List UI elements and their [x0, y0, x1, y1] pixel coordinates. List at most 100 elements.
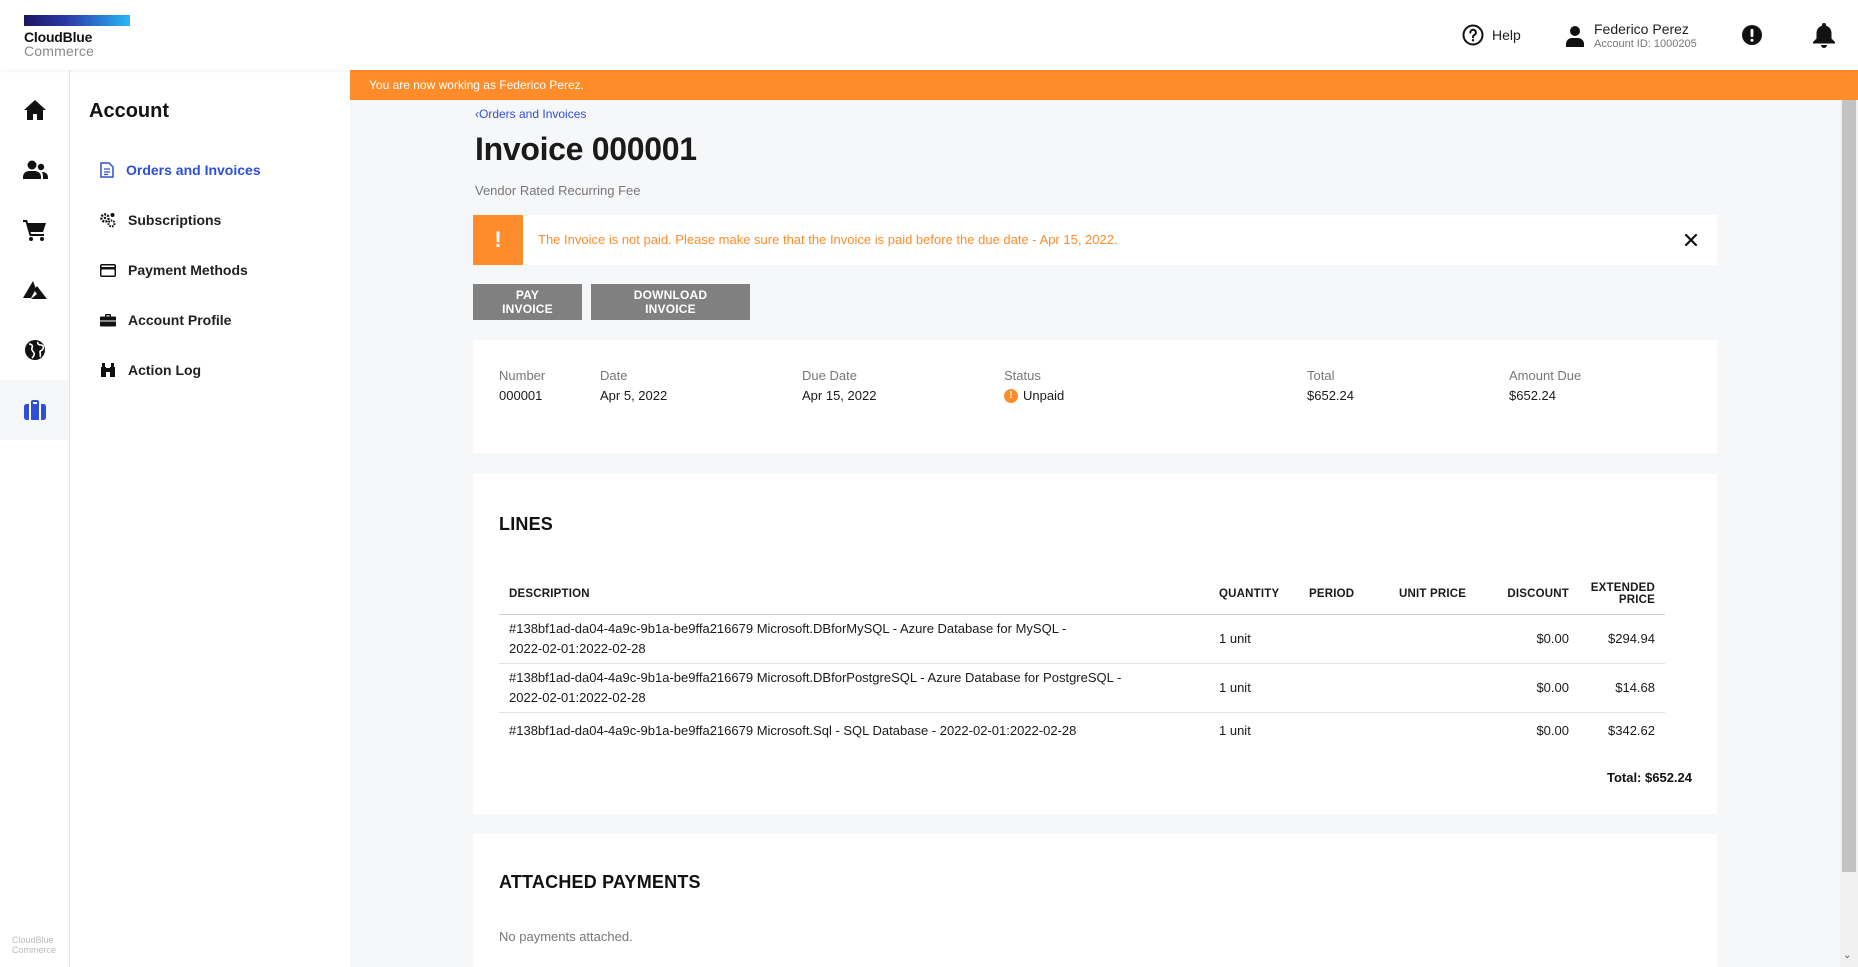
- summary-status-label: Status: [1004, 368, 1041, 383]
- cart-icon: [22, 220, 46, 241]
- invoice-summary-card: Number 000001 Date Apr 5, 2022 Due Date …: [473, 340, 1717, 453]
- line-quantity: 1 unit: [1209, 663, 1299, 713]
- notifications-button[interactable]: [1812, 22, 1836, 53]
- logo-line1: CloudBlue: [24, 29, 93, 45]
- document-icon: [100, 162, 114, 178]
- line-quantity: 1 unit: [1219, 723, 1251, 738]
- column-header-discount: DISCOUNT: [1484, 574, 1579, 615]
- bell-icon: [1813, 23, 1835, 48]
- cloudblue-logo[interactable]: CloudBlue Commerce: [24, 15, 130, 59]
- alert-message: The Invoice is not paid. Please make sur…: [538, 232, 1118, 247]
- column-header-extended-price: EXTENDED PRICE: [1579, 574, 1665, 615]
- sidebar-item-label: Action Log: [128, 362, 202, 378]
- briefcase-icon: [23, 400, 46, 420]
- line-description-line2: 2022-02-01:2022-02-28: [509, 690, 646, 705]
- line-period: [1299, 614, 1389, 664]
- lines-section-title: LINES: [499, 514, 554, 534]
- table-row: #138bf1ad-da04-4a9c-9b1a-be9ffa216679 Mi…: [499, 614, 1665, 664]
- column-header-unit-price: UNIT PRICE: [1389, 574, 1484, 615]
- user-icon: [1566, 26, 1584, 47]
- summary-amount-due: Amount Due $652.24: [1509, 368, 1581, 404]
- user-menu[interactable]: Federico Perez Account ID: 1000205: [1566, 21, 1697, 51]
- no-payments-text: No payments attached.: [499, 929, 633, 944]
- sidebar-item-account-profile[interactable]: Account Profile: [100, 312, 231, 328]
- summary-amount-due-value: $652.24: [1509, 388, 1556, 403]
- column-header-period: PERIOD: [1299, 574, 1389, 615]
- rail-home[interactable]: [0, 80, 69, 140]
- line-discount: $0.00: [1536, 723, 1569, 738]
- table-header-row: DESCRIPTION QUANTITY PERIOD UNIT PRICE D…: [499, 574, 1665, 615]
- line-discount: $0.00: [1484, 614, 1579, 664]
- summary-total-label: Total: [1307, 368, 1335, 383]
- line-period: [1299, 713, 1389, 750]
- rail-cart[interactable]: [0, 200, 69, 260]
- line-description-line2: 2022-02-01:2022-02-28: [509, 641, 646, 656]
- help-button[interactable]: Help: [1462, 24, 1521, 46]
- page-subtitle: Vendor Rated Recurring Fee: [475, 183, 641, 198]
- column-header-extended-price-line2: PRICE: [1618, 594, 1655, 606]
- line-quantity: 1 unit: [1209, 614, 1299, 664]
- sidebar-item-subscriptions[interactable]: Subscriptions: [100, 212, 221, 228]
- logo-line2: Commerce: [24, 43, 95, 59]
- top-header: CloudBlue Commerce Help Federico Perez A…: [0, 0, 1858, 70]
- line-unit-price: [1389, 713, 1484, 750]
- sidebar-item-action-log[interactable]: Action Log: [100, 362, 201, 378]
- line-description: #138bf1ad-da04-4a9c-9b1a-be9ffa216679 Mi…: [499, 663, 1209, 713]
- breadcrumb-label: Orders and Invoices: [479, 107, 587, 121]
- exclamation-circle-icon: [1742, 25, 1762, 45]
- summary-amount-due-label: Amount Due: [1509, 368, 1582, 383]
- line-extended-price: $294.94: [1579, 614, 1665, 664]
- gears-icon: [100, 213, 116, 228]
- line-description: #138bf1ad-da04-4a9c-9b1a-be9ffa216679 Mi…: [509, 723, 1077, 738]
- icon-rail: CloudBlue Commerce: [0, 70, 70, 967]
- rail-briefcase[interactable]: [0, 380, 69, 440]
- summary-total: Total $652.24: [1307, 368, 1354, 404]
- rail-footer-line1: CloudBlue: [12, 935, 54, 945]
- line-description: #138bf1ad-da04-4a9c-9b1a-be9ffa216679 Mi…: [499, 614, 1209, 664]
- download-invoice-button[interactable]: DOWNLOAD INVOICE: [591, 284, 750, 320]
- summary-number: Number 000001: [499, 368, 545, 404]
- help-icon: [1462, 24, 1484, 46]
- table-row: #138bf1ad-da04-4a9c-9b1a-be9ffa216679 Mi…: [499, 663, 1665, 713]
- scroll-down-arrow-icon[interactable]: ⌄: [1843, 950, 1851, 961]
- rail-cloud-provider[interactable]: [0, 260, 69, 320]
- binoculars-icon: [101, 363, 115, 377]
- sidebar-title: Account: [89, 100, 169, 122]
- line-extended-price: $342.62: [1608, 723, 1655, 738]
- alerts-button[interactable]: [1741, 24, 1763, 51]
- line-extended-price: $14.68: [1579, 663, 1665, 713]
- invoice-lines-card: LINES DESCRIPTION QUANTITY PERIOD UNIT P…: [473, 474, 1717, 814]
- status-badge: ! Unpaid: [1004, 388, 1064, 404]
- sidebar-item-label: Payment Methods: [128, 262, 248, 278]
- scrollbar-thumb[interactable]: [1842, 100, 1856, 872]
- line-unit-price: [1389, 663, 1484, 713]
- line-unit-price: [1389, 614, 1484, 664]
- unpaid-warning-icon: !: [1004, 389, 1018, 403]
- sidebar-item-orders-and-invoices[interactable]: Orders and Invoices: [100, 162, 261, 178]
- payments-section-title: ATTACHED PAYMENTS: [499, 872, 701, 892]
- sidebar-item-label: Orders and Invoices: [126, 162, 261, 178]
- pay-invoice-button[interactable]: PAY INVOICE: [473, 284, 582, 320]
- summary-due-label: Due Date: [802, 368, 857, 383]
- warning-icon: !: [473, 215, 523, 265]
- home-icon: [23, 100, 46, 120]
- rail-footer-logo: CloudBlue Commerce: [12, 935, 56, 955]
- breadcrumb-back-link[interactable]: ‹Orders and Invoices: [475, 107, 586, 121]
- impersonation-banner: You are now working as Federico Perez.: [350, 70, 1858, 100]
- summary-due-value: Apr 15, 2022: [802, 388, 877, 403]
- column-header-description: DESCRIPTION: [499, 574, 1209, 615]
- rail-globe[interactable]: [0, 320, 69, 380]
- close-alert-button[interactable]: [1679, 228, 1703, 252]
- sidebar-item-payment-methods[interactable]: Payment Methods: [100, 262, 248, 278]
- line-description-line1: #138bf1ad-da04-4a9c-9b1a-be9ffa216679 Mi…: [509, 621, 1067, 636]
- summary-status: Status ! Unpaid: [1004, 368, 1064, 404]
- user-name: Federico Perez: [1594, 21, 1689, 37]
- summary-total-value: $652.24: [1307, 388, 1354, 403]
- unpaid-alert: ! The Invoice is not paid. Please make s…: [473, 215, 1717, 265]
- line-discount: $0.00: [1484, 663, 1579, 713]
- line-period: [1299, 663, 1389, 713]
- globe-icon: [24, 340, 45, 360]
- summary-date: Date Apr 5, 2022: [600, 368, 667, 404]
- rail-footer-line2: Commerce: [12, 945, 57, 955]
- rail-users[interactable]: [0, 140, 69, 200]
